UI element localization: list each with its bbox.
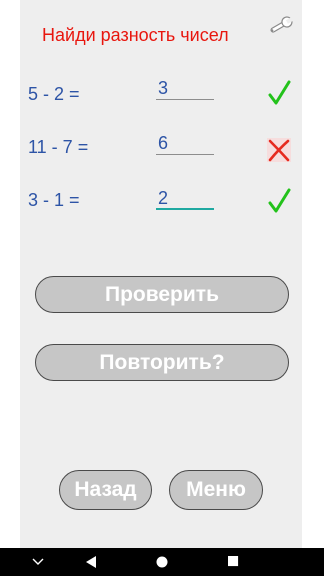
home-icon[interactable] (156, 556, 168, 568)
check-button[interactable]: Проверить (35, 276, 289, 313)
menu-button[interactable]: Меню (169, 470, 263, 510)
chevron-down-icon[interactable] (32, 558, 44, 566)
problem-1-answer-input[interactable]: 3 (156, 78, 214, 100)
cross-icon (267, 138, 291, 162)
checkmark-icon (268, 188, 291, 213)
back-icon[interactable] (85, 556, 97, 568)
checkmark-icon (268, 80, 291, 105)
back-button[interactable]: Назад (59, 470, 152, 510)
system-nav-bar (0, 548, 324, 576)
wrench-icon[interactable] (265, 12, 295, 40)
repeat-button[interactable]: Повторить? (35, 344, 289, 381)
page-title: Найди разность чисел (42, 25, 229, 45)
problem-2-expression: 11 - 7 = (28, 137, 89, 157)
problem-3-answer-input[interactable]: 2 (156, 188, 214, 210)
app-screen: Найди разность чисел 5 - 2 = 3 11 - 7 = … (20, 0, 302, 548)
problem-2-answer-input[interactable]: 6 (156, 133, 214, 155)
problem-1-expression: 5 - 2 = (28, 84, 80, 104)
recents-icon[interactable] (228, 556, 239, 567)
problem-3-expression: 3 - 1 = (28, 190, 80, 210)
